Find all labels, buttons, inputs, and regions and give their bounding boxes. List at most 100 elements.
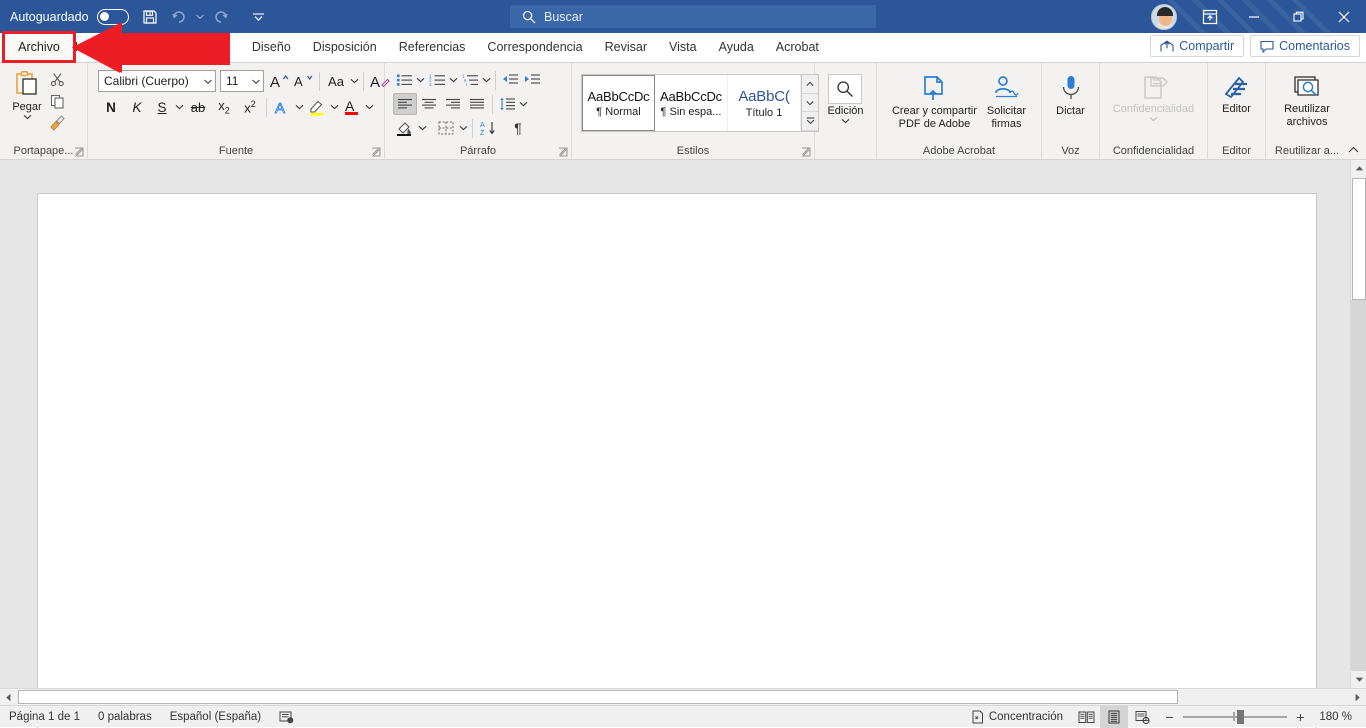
shading-button[interactable] xyxy=(393,117,417,139)
bold-button[interactable]: N xyxy=(98,96,124,118)
shading-dropdown[interactable] xyxy=(417,117,428,139)
increase-indent-button[interactable] xyxy=(521,69,543,91)
change-case-dropdown[interactable] xyxy=(349,70,360,92)
shrink-font-button[interactable]: A xyxy=(292,70,316,92)
minimize-button[interactable] xyxy=(1231,0,1276,33)
bullets-button[interactable] xyxy=(393,69,415,91)
text-highlight-button[interactable] xyxy=(305,96,329,118)
save-button[interactable] xyxy=(135,4,165,30)
read-mode-button[interactable] xyxy=(1072,706,1100,728)
paste-button[interactable]: Pegar xyxy=(8,66,46,122)
style-titulo-1[interactable]: AaBbC( Título 1 xyxy=(728,75,801,131)
redo-button[interactable] xyxy=(206,4,236,30)
tab-acrobat[interactable]: Acrobat xyxy=(765,32,830,62)
line-spacing-dropdown[interactable] xyxy=(518,93,529,115)
undo-button[interactable] xyxy=(165,4,195,30)
numbering-button[interactable]: 123 xyxy=(426,69,448,91)
multilevel-list-button[interactable]: 1ai xyxy=(459,69,481,91)
zoom-in-button[interactable]: + xyxy=(1293,709,1308,725)
proofing-status[interactable] xyxy=(270,706,303,728)
editing-button[interactable]: Edición xyxy=(823,72,867,126)
show-formatting-marks-button[interactable]: ¶ xyxy=(506,117,530,139)
print-layout-button[interactable] xyxy=(1100,706,1128,728)
estilos-dialog-launcher[interactable] xyxy=(801,147,812,158)
tab-correspondencia[interactable]: Correspondencia xyxy=(476,32,593,62)
undo-dropdown[interactable] xyxy=(195,6,206,28)
tab-ayuda[interactable]: Ayuda xyxy=(708,32,765,62)
scroll-left-button[interactable] xyxy=(0,689,17,706)
text-highlight-dropdown[interactable] xyxy=(329,96,340,118)
share-button[interactable]: Compartir xyxy=(1150,35,1245,57)
decrease-indent-button[interactable] xyxy=(499,69,521,91)
zoom-out-button[interactable]: − xyxy=(1162,709,1177,725)
collapse-ribbon-button[interactable] xyxy=(1345,142,1361,158)
focus-mode-button[interactable]: Concentración xyxy=(962,706,1072,728)
copy-button[interactable] xyxy=(46,90,68,112)
customize-quick-access-button[interactable] xyxy=(244,4,274,30)
dictate-button[interactable]: Dictar xyxy=(1052,72,1090,119)
horizontal-scrollbar[interactable] xyxy=(0,688,1366,705)
reuse-files-button[interactable]: Reutilizar archivos xyxy=(1280,72,1334,130)
multilevel-list-dropdown[interactable] xyxy=(481,69,492,91)
italic-button[interactable]: K xyxy=(124,96,150,118)
format-painter-button[interactable] xyxy=(46,112,68,134)
justify-button[interactable] xyxy=(465,93,489,115)
font-name-input[interactable]: Calibri (Cuerpo) xyxy=(98,70,216,92)
word-count[interactable]: 0 palabras xyxy=(89,706,161,728)
autosave-toggle[interactable] xyxy=(96,8,129,25)
scroll-down-button[interactable] xyxy=(1351,671,1366,688)
align-right-button[interactable] xyxy=(441,93,465,115)
numbering-dropdown[interactable] xyxy=(448,69,459,91)
underline-button[interactable]: S xyxy=(150,96,174,118)
document-page[interactable] xyxy=(37,193,1317,728)
search-input[interactable]: Buscar xyxy=(510,5,876,28)
tab-revisar[interactable]: Revisar xyxy=(594,32,658,62)
font-size-input[interactable]: 11 xyxy=(220,70,264,92)
font-color-button[interactable]: A xyxy=(340,96,364,118)
change-case-button[interactable]: Aa xyxy=(323,70,349,92)
align-left-button[interactable] xyxy=(393,93,417,115)
comments-button[interactable]: Comentarios xyxy=(1250,35,1360,57)
line-spacing-button[interactable] xyxy=(496,93,518,115)
borders-button[interactable] xyxy=(434,117,458,139)
scroll-up-button[interactable] xyxy=(1351,160,1366,177)
sensitivity-button[interactable]: Confidencialidad xyxy=(1109,72,1198,124)
avatar[interactable] xyxy=(1151,3,1177,30)
vertical-scroll-track[interactable] xyxy=(1351,300,1366,671)
sort-button[interactable]: AZ xyxy=(476,117,500,139)
portapapeles-dialog-launcher[interactable] xyxy=(74,147,85,158)
strikethrough-button[interactable]: ab xyxy=(185,96,211,118)
web-layout-button[interactable] xyxy=(1128,706,1156,728)
parrafo-dialog-launcher[interactable] xyxy=(558,147,569,158)
bullets-dropdown[interactable] xyxy=(415,69,426,91)
restore-button[interactable] xyxy=(1276,0,1321,33)
page-info[interactable]: Página 1 de 1 xyxy=(0,706,89,728)
create-share-pdf-button[interactable]: Crear y compartir PDF de Adobe xyxy=(888,72,981,132)
tab-insertar[interactable]: Insertar xyxy=(115,32,179,62)
cut-button[interactable] xyxy=(46,68,68,90)
borders-dropdown[interactable] xyxy=(458,117,469,139)
style-normal[interactable]: AaBbCcDc ¶ Normal xyxy=(582,75,655,131)
subscript-button[interactable]: x2 xyxy=(211,96,237,118)
grow-font-button[interactable]: A xyxy=(268,70,292,92)
tab-archivo-highlighted[interactable]: Archivo xyxy=(2,31,76,63)
editor-button[interactable]: Editor xyxy=(1218,72,1256,117)
text-effects-button[interactable]: A xyxy=(270,96,294,118)
fuente-dialog-launcher[interactable] xyxy=(371,147,382,158)
font-color-dropdown[interactable] xyxy=(364,96,375,118)
tab-referencias[interactable]: Referencias xyxy=(388,32,477,62)
vertical-scroll-thumb[interactable] xyxy=(1352,178,1366,300)
superscript-button[interactable]: x2 xyxy=(237,96,263,118)
align-center-button[interactable] xyxy=(417,93,441,115)
scroll-right-button[interactable] xyxy=(1349,689,1366,706)
style-sin-espaciado[interactable]: AaBbCcDc ¶ Sin espa... xyxy=(655,75,728,131)
tab-dibujar[interactable]: Dibujar xyxy=(179,32,241,62)
tab-disposicion[interactable]: Disposición xyxy=(302,32,388,62)
zoom-slider[interactable] xyxy=(1183,709,1287,725)
text-effects-dropdown[interactable] xyxy=(294,96,305,118)
tab-vista[interactable]: Vista xyxy=(658,32,708,62)
language[interactable]: Español (España) xyxy=(161,706,270,728)
request-signatures-button[interactable]: Solicitar firmas xyxy=(983,72,1030,132)
close-button[interactable] xyxy=(1321,0,1366,33)
underline-dropdown[interactable] xyxy=(174,96,185,118)
